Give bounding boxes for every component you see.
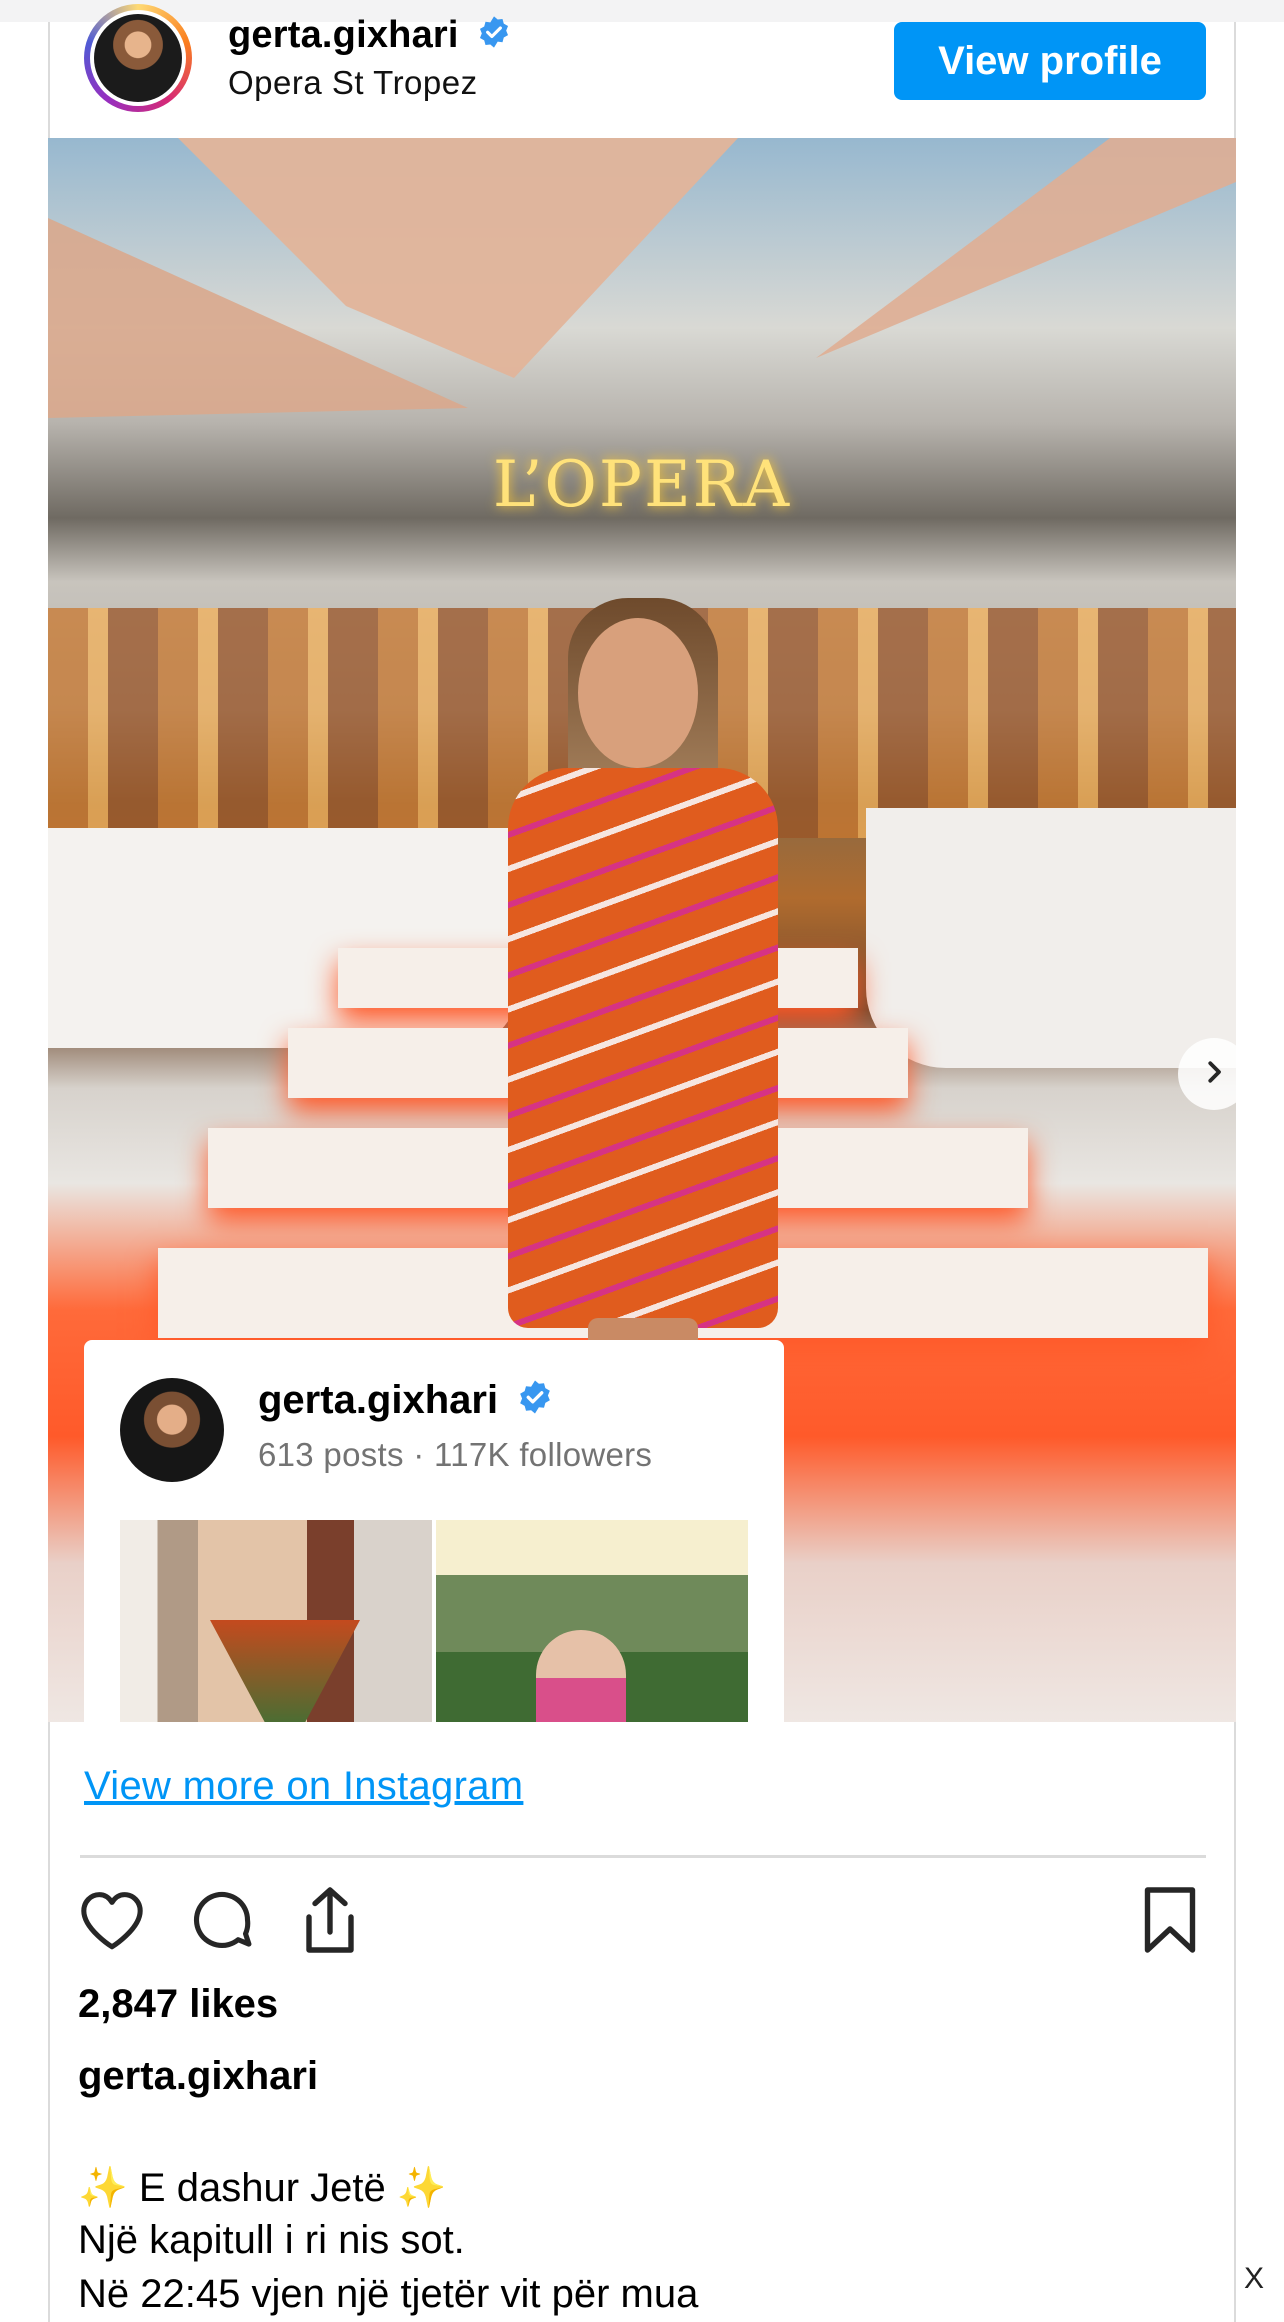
header-username-text[interactable]: gerta.gixhari [228,14,459,56]
share-icon[interactable] [292,1882,368,1958]
shade-sail [816,138,1236,358]
preview-avatar[interactable] [120,1378,224,1482]
venue-sign: L’OPERA [492,448,792,522]
close-ad-button[interactable]: X [1244,2262,1264,2296]
caption-line: Një kapitull i ri nis sot. [78,2218,465,2262]
header-location[interactable]: Opera St Tropez [228,64,478,102]
comment-icon[interactable] [184,1882,260,1958]
verified-badge-icon [517,1379,553,1425]
header-username[interactable]: gerta.gixhari [228,14,511,59]
profile-avatar[interactable] [84,4,192,112]
heart-icon[interactable] [74,1882,150,1958]
preview-thumbnail[interactable] [436,1520,748,1722]
caption-line: Në 22:45 vjen një tjetër vit për mua [78,2272,699,2316]
preview-username-text[interactable]: gerta.gixhari [258,1378,498,1422]
woman-figure [478,598,808,1458]
top-strip [0,0,1284,22]
view-more-link[interactable]: View more on Instagram [84,1764,523,1809]
divider [80,1855,1206,1858]
likes-count[interactable]: 2,847 likes [78,1982,278,2027]
profile-preview-card[interactable]: gerta.gixhari 613 posts · 117K followers [84,1340,784,1722]
preview-thumbnail[interactable] [120,1520,432,1722]
caption-username[interactable]: gerta.gixhari [78,2054,318,2099]
orange-dress [508,768,778,1328]
avatar-image [94,14,182,102]
avatar-ring-inner [90,10,186,106]
view-profile-button[interactable]: View profile [894,22,1206,100]
bookmark-icon[interactable] [1132,1882,1208,1958]
preview-stats: 613 posts · 117K followers [258,1436,653,1473]
preview-username[interactable]: gerta.gixhari [258,1378,553,1425]
caption-line: ✨ E dashur Jetë ✨ [78,2166,447,2210]
verified-badge-icon [477,15,511,59]
head [578,618,698,768]
chevron-right-icon [1199,1057,1229,1092]
